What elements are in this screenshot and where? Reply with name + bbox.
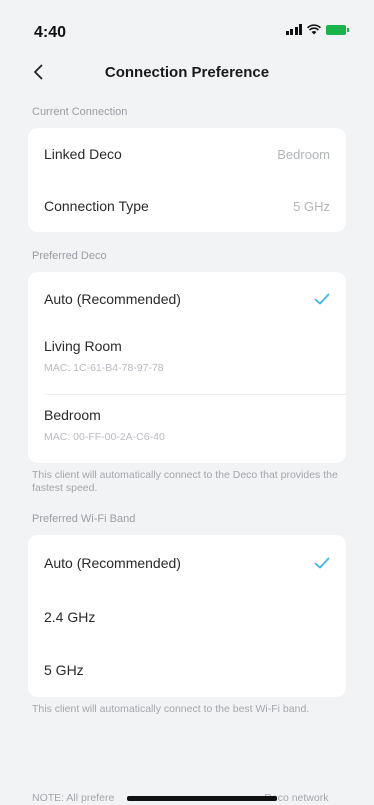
linked-deco-label: Linked Deco	[44, 146, 122, 162]
band-option-2-4ghz[interactable]: 2.4 GHz	[28, 591, 346, 643]
deco-option-mac: MAC: 1C-61-B4-78-97-78	[44, 362, 164, 374]
band-option-label: Auto (Recommended)	[44, 555, 181, 571]
preferred-band-note: This client will automatically connect t…	[32, 703, 310, 715]
section-label-current-connection: Current Connection	[32, 106, 128, 118]
status-time: 4:40	[34, 24, 67, 41]
signal-icon	[285, 24, 302, 35]
connection-type-row: Connection Type 5 GHz	[28, 180, 346, 232]
band-option-label: 5 GHz	[44, 662, 84, 678]
checkmark-icon	[314, 557, 330, 569]
checkmark-icon	[314, 293, 330, 305]
deco-option-mac: MAC: 00-FF-00-2A-C6-40	[44, 431, 165, 443]
current-connection-card: Linked Deco Bedroom Connection Type 5 GH…	[28, 128, 346, 232]
section-label-preferred-deco: Preferred Deco	[32, 250, 107, 262]
wifi-icon	[307, 24, 321, 35]
deco-option-label: Bedroom	[44, 407, 101, 423]
status-icons	[285, 24, 349, 35]
linked-deco-value: Bedroom	[277, 146, 330, 162]
battery-icon	[326, 24, 349, 35]
footer-note-start: NOTE: All prefere	[32, 792, 115, 804]
status-bar: 4:40	[0, 0, 374, 56]
band-option-5ghz[interactable]: 5 GHz	[28, 643, 346, 697]
linked-deco-row: Linked Deco Bedroom	[28, 128, 346, 180]
deco-option-bedroom[interactable]: Bedroom MAC: 00-FF-00-2A-C6-40	[28, 395, 346, 463]
preferred-deco-card: Auto (Recommended) Living Room MAC: 1C-6…	[28, 272, 346, 463]
connection-type-value: 5 GHz	[293, 198, 330, 214]
connection-type-label: Connection Type	[44, 198, 149, 214]
band-option-auto[interactable]: Auto (Recommended)	[28, 535, 346, 591]
deco-option-label: Living Room	[44, 338, 122, 354]
section-label-preferred-band: Preferred Wi-Fi Band	[32, 513, 136, 525]
redaction-bar	[127, 796, 277, 801]
nav-bar: Connection Preference	[0, 56, 374, 94]
preferred-deco-note: This client will automatically connect t…	[32, 469, 338, 494]
deco-option-auto[interactable]: Auto (Recommended)	[28, 272, 346, 326]
band-option-label: 2.4 GHz	[44, 609, 96, 625]
deco-option-label: Auto (Recommended)	[44, 291, 181, 307]
preferred-band-card: Auto (Recommended) 2.4 GHz 5 GHz	[28, 535, 346, 697]
page-title: Connection Preference	[104, 64, 270, 81]
deco-option-living-room[interactable]: Living Room MAC: 1C-61-B4-78-97-78	[28, 326, 346, 394]
